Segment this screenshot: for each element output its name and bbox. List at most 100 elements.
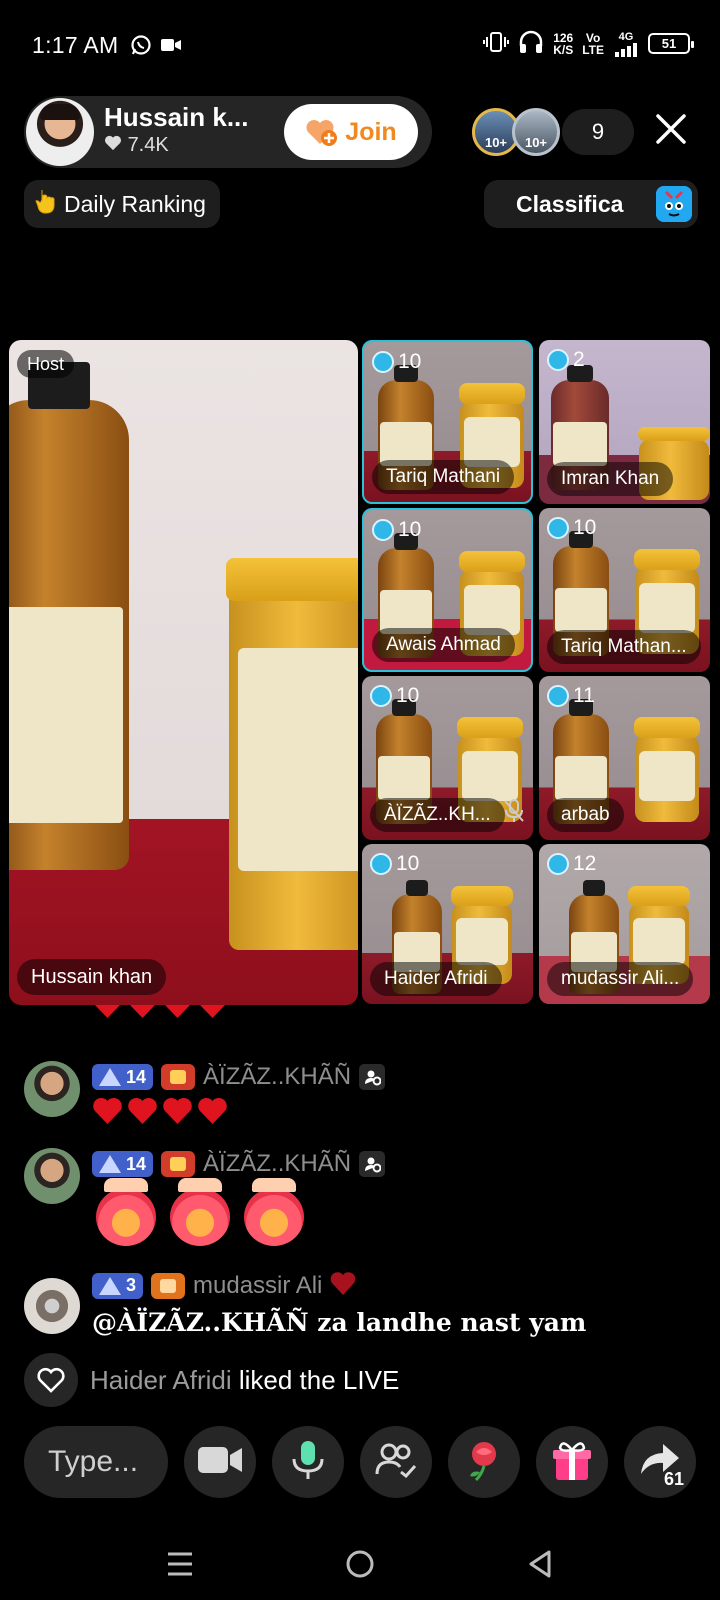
system-nav-bar	[0, 1530, 720, 1600]
viewer-avatar[interactable]: 10+	[512, 108, 560, 156]
join-button[interactable]: Join	[284, 104, 418, 160]
chat-username[interactable]: mudassir Ali	[193, 1272, 322, 1300]
close-icon[interactable]	[654, 112, 688, 146]
fan-badge	[151, 1272, 186, 1299]
host-tag: Host	[17, 350, 75, 378]
level-star-icon	[370, 685, 392, 707]
signal-icon: 4G	[613, 31, 639, 57]
guest-name: Imran Khan	[547, 462, 674, 496]
host-info-pill[interactable]: Hussain k... 7.4K Join	[24, 96, 432, 168]
heart-outline-icon	[24, 1353, 78, 1407]
like-username[interactable]: Haider Afridi	[90, 1365, 232, 1395]
guest-tile[interactable]: 2 Imran Khan	[539, 340, 710, 504]
microphone-icon	[290, 1439, 326, 1486]
guest-name: Haider Afridi	[370, 962, 502, 996]
level-badge: 3	[92, 1272, 144, 1299]
guest-level: 2	[547, 348, 585, 372]
level-star-icon	[370, 853, 392, 875]
microphone-button[interactable]	[272, 1426, 344, 1498]
guest-name: Tariq Mathan...	[547, 630, 701, 664]
status-bar: 1:17 AM 126 K/S Vo LTE 4G 51	[0, 0, 720, 92]
emoji-message	[96, 1178, 304, 1246]
avatar[interactable]	[24, 1278, 80, 1334]
host-likes: 7.4K	[104, 134, 169, 157]
avatar[interactable]	[24, 1061, 80, 1117]
guests-icon	[375, 1442, 417, 1483]
product-jar	[226, 557, 358, 950]
like-notification: Haider Afridi liked the LIVE	[24, 1353, 399, 1407]
heart-icon	[104, 134, 128, 156]
guest-tile[interactable]: 10 Haider Afridi	[362, 844, 533, 1004]
battery-icon: 51	[648, 33, 694, 54]
comment-input[interactable]: Type...	[24, 1426, 168, 1498]
guest-badge-icon	[359, 1151, 386, 1177]
chat-username[interactable]: ÀÏZÃZ..KHÃÑ	[203, 1063, 351, 1091]
level-star-icon	[547, 349, 569, 371]
guest-name: mudassir Ali...	[547, 962, 694, 996]
level-badge: 14	[92, 1151, 154, 1177]
level-star-icon	[372, 351, 394, 373]
status-time: 1:17 AM	[32, 32, 119, 58]
fan-badge	[161, 1064, 196, 1090]
share-button[interactable]: 61	[624, 1426, 696, 1498]
guest-tile[interactable]: 12 mudassir Ali...	[539, 844, 710, 1004]
guest-tile[interactable]: 10 ÀÏZÃZ..KH...	[362, 676, 533, 840]
guest-level: 10	[370, 684, 419, 708]
video-camera-icon	[197, 1444, 243, 1481]
back-icon[interactable]	[520, 1544, 560, 1584]
net-type: Vo LTE	[582, 30, 604, 57]
host-name-tag: Hussain khan	[17, 959, 167, 995]
vibrate-icon	[483, 31, 510, 56]
laughing-emoji-icon	[96, 1178, 156, 1246]
mic-muted-icon	[502, 798, 526, 829]
daily-ranking-button[interactable]: Daily Ranking	[24, 180, 220, 228]
scrolled-hearts	[92, 1005, 228, 1019]
net-speed: 126 K/S	[553, 30, 574, 57]
rose-gift-button[interactable]	[448, 1426, 520, 1498]
level-star-icon	[372, 519, 394, 541]
guest-name: arbab	[547, 798, 624, 832]
whatsapp-icon	[130, 34, 152, 61]
avatar[interactable]	[24, 1148, 80, 1204]
guest-name: ÀÏZÃZ..KH...	[370, 798, 505, 832]
guest-tile[interactable]: 10 Tariq Mathan...	[539, 508, 710, 672]
level-star-icon	[547, 685, 569, 707]
host-video-tile[interactable]: Host Hussain khan	[9, 340, 358, 1005]
guest-tile[interactable]: 10 Awais Ahmad	[362, 508, 533, 672]
top-viewers[interactable]: 10+ 10+ 9	[472, 108, 634, 156]
guest-level: 10	[547, 516, 596, 540]
level-star-icon	[547, 853, 569, 875]
menu-icon[interactable]	[160, 1544, 200, 1584]
laughing-emoji-icon	[244, 1178, 304, 1246]
level-badge: 14	[92, 1064, 154, 1090]
guest-badge-icon	[359, 1064, 386, 1090]
video-call-icon	[160, 36, 182, 59]
level-star-icon	[547, 517, 569, 539]
video-button[interactable]	[184, 1426, 256, 1498]
guest-level: 10	[372, 350, 421, 374]
guest-name: Tariq Mathani	[372, 460, 515, 494]
rose-icon	[462, 1438, 506, 1487]
viewer-count[interactable]: 9	[562, 109, 634, 155]
classifica-button[interactable]: Classifica	[484, 180, 698, 228]
guests-button[interactable]	[360, 1426, 432, 1498]
guest-level: 10	[370, 852, 419, 876]
guest-name: Awais Ahmad	[372, 628, 515, 662]
fire-hand-icon	[34, 188, 58, 220]
chat-username[interactable]: ÀÏZÃZ..KHÃÑ	[203, 1150, 351, 1178]
heart-icon	[330, 1270, 356, 1301]
guest-level: 10	[372, 518, 421, 542]
laughing-emoji-icon	[170, 1178, 230, 1246]
headphones-icon	[518, 30, 544, 57]
fan-badge	[161, 1151, 196, 1177]
home-icon[interactable]	[340, 1544, 380, 1584]
gift-icon	[550, 1438, 594, 1487]
guest-level: 11	[547, 684, 595, 708]
guest-tile[interactable]: 10 Tariq Mathani	[362, 340, 533, 504]
guest-tile[interactable]: 11 arbab	[539, 676, 710, 840]
host-avatar[interactable]	[26, 98, 94, 166]
gift-button[interactable]	[536, 1426, 608, 1498]
host-name: Hussain k...	[104, 102, 249, 132]
gift-box-icon	[656, 186, 692, 222]
share-count: 61	[663, 1469, 684, 1489]
